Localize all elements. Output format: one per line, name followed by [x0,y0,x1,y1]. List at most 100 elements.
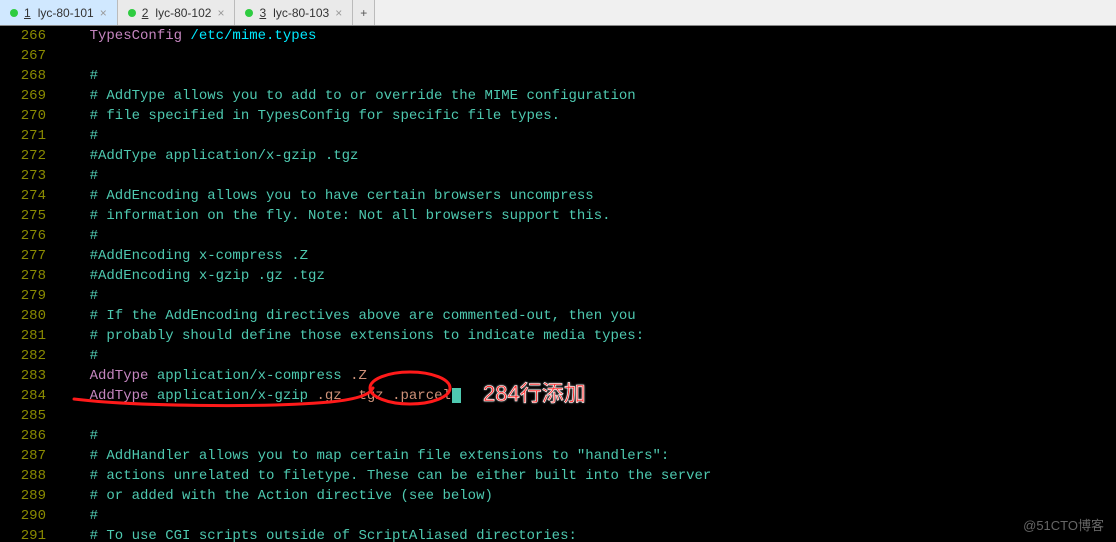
line-number: 270 [0,106,56,126]
code-line[interactable]: 280 # If the AddEncoding directives abov… [0,306,1116,326]
line-number: 288 [0,466,56,486]
code-token: # [56,168,98,184]
code-line[interactable]: 271 # [0,126,1116,146]
code-token: # probably should define those extension… [56,328,644,344]
code-content[interactable]: #AddType application/x-gzip .tgz [56,146,1116,166]
code-token: .parcel [392,388,451,404]
code-line[interactable]: 274 # AddEncoding allows you to have cer… [0,186,1116,206]
code-line[interactable]: 272 #AddType application/x-gzip .tgz [0,146,1116,166]
line-number: 281 [0,326,56,346]
code-line[interactable]: 269 # AddType allows you to add to or ov… [0,86,1116,106]
code-line[interactable]: 287 # AddHandler allows you to map certa… [0,446,1116,466]
code-token: # information on the fly. Note: Not all … [56,208,611,224]
code-line[interactable]: 286 # [0,426,1116,446]
code-content[interactable] [56,406,1116,426]
code-content[interactable]: # [56,346,1116,366]
code-line[interactable]: 273 # [0,166,1116,186]
line-number: 283 [0,366,56,386]
code-content[interactable]: # To use CGI scripts outside of ScriptAl… [56,526,1116,542]
code-line[interactable]: 282 # [0,346,1116,366]
code-content[interactable]: #AddEncoding x-compress .Z [56,246,1116,266]
code-token: #AddEncoding x-compress .Z [56,248,308,264]
code-content[interactable]: # If the AddEncoding directives above ar… [56,306,1116,326]
close-icon[interactable]: × [217,6,224,20]
code-content[interactable]: # AddType allows you to add to or overri… [56,86,1116,106]
code-token: # [56,128,98,144]
line-number: 269 [0,86,56,106]
code-token: application/x-gzip [157,388,317,404]
line-number: 280 [0,306,56,326]
code-content[interactable]: # [56,426,1116,446]
code-content[interactable]: TypesConfig /etc/mime.types [56,26,1116,46]
code-content[interactable]: # [56,126,1116,146]
code-line[interactable]: 291 # To use CGI scripts outside of Scri… [0,526,1116,542]
add-tab-button[interactable]: + [353,0,375,25]
line-number: 285 [0,406,56,426]
code-content[interactable]: # AddEncoding allows you to have certain… [56,186,1116,206]
code-token: # To use CGI scripts outside of ScriptAl… [56,528,577,542]
line-number: 286 [0,426,56,446]
code-token: .gz [316,388,350,404]
code-token: # [56,288,98,304]
line-number: 271 [0,126,56,146]
code-content[interactable]: # actions unrelated to filetype. These c… [56,466,1116,486]
code-content[interactable]: # file specified in TypesConfig for spec… [56,106,1116,126]
code-token: # [56,508,98,524]
line-number: 266 [0,26,56,46]
code-line[interactable]: 270 # file specified in TypesConfig for … [0,106,1116,126]
code-line[interactable]: 288 # actions unrelated to filetype. The… [0,466,1116,486]
status-dot-icon [10,9,18,17]
editor-area[interactable]: 284行添加 266 TypesConfig /etc/mime.types26… [0,26,1116,542]
code-content[interactable]: # probably should define those extension… [56,326,1116,346]
line-number: 291 [0,526,56,542]
tab-lyc-80-103[interactable]: 3 lyc-80-103× [235,0,353,25]
code-line[interactable]: 283 AddType application/x-compress .Z [0,366,1116,386]
code-content[interactable]: # [56,506,1116,526]
code-line[interactable]: 284 AddType application/x-gzip .gz .tgz … [0,386,1116,406]
code-content[interactable] [56,46,1116,66]
line-number: 282 [0,346,56,366]
code-token: # [56,228,98,244]
code-line[interactable]: 278 #AddEncoding x-gzip .gz .tgz [0,266,1116,286]
code-content[interactable]: #AddEncoding x-gzip .gz .tgz [56,266,1116,286]
code-line[interactable]: 289 # or added with the Action directive… [0,486,1116,506]
watermark: @51CTO博客 [1023,515,1104,534]
line-number: 274 [0,186,56,206]
code-content[interactable]: # [56,66,1116,86]
code-line[interactable]: 285 [0,406,1116,426]
code-line[interactable]: 277 #AddEncoding x-compress .Z [0,246,1116,266]
line-number: 273 [0,166,56,186]
code-token: AddType [56,388,157,404]
code-line[interactable]: 266 TypesConfig /etc/mime.types [0,26,1116,46]
code-token: .Z [350,368,367,384]
code-content[interactable]: AddType application/x-compress .Z [56,366,1116,386]
code-token: # If the AddEncoding directives above ar… [56,308,636,324]
code-content[interactable]: # AddHandler allows you to map certain f… [56,446,1116,466]
code-line[interactable]: 268 # [0,66,1116,86]
code-content[interactable]: # [56,226,1116,246]
close-icon[interactable]: × [100,6,107,20]
code-line[interactable]: 281 # probably should define those exten… [0,326,1116,346]
cursor-icon [452,388,461,403]
line-number: 287 [0,446,56,466]
code-content[interactable]: # or added with the Action directive (se… [56,486,1116,506]
code-line[interactable]: 290 # [0,506,1116,526]
code-line[interactable]: 276 # [0,226,1116,246]
tab-label: lyc-80-102 [155,6,211,20]
code-token: TypesConfig [56,28,190,44]
close-icon[interactable]: × [335,6,342,20]
line-number: 284 [0,386,56,406]
code-content[interactable]: # information on the fly. Note: Not all … [56,206,1116,226]
code-line[interactable]: 275 # information on the fly. Note: Not … [0,206,1116,226]
tab-lyc-80-102[interactable]: 2 lyc-80-102× [118,0,236,25]
code-line[interactable]: 267 [0,46,1116,66]
code-line[interactable]: 279 # [0,286,1116,306]
code-content[interactable]: AddType application/x-gzip .gz .tgz .par… [56,386,1116,406]
code-token: application/x-compress [157,368,350,384]
code-content[interactable]: # [56,166,1116,186]
tab-lyc-80-101[interactable]: 1 lyc-80-101× [0,0,118,25]
code-content[interactable]: # [56,286,1116,306]
tab-number: 3 [259,6,266,20]
code-token: # file specified in TypesConfig for spec… [56,108,560,124]
line-number: 267 [0,46,56,66]
